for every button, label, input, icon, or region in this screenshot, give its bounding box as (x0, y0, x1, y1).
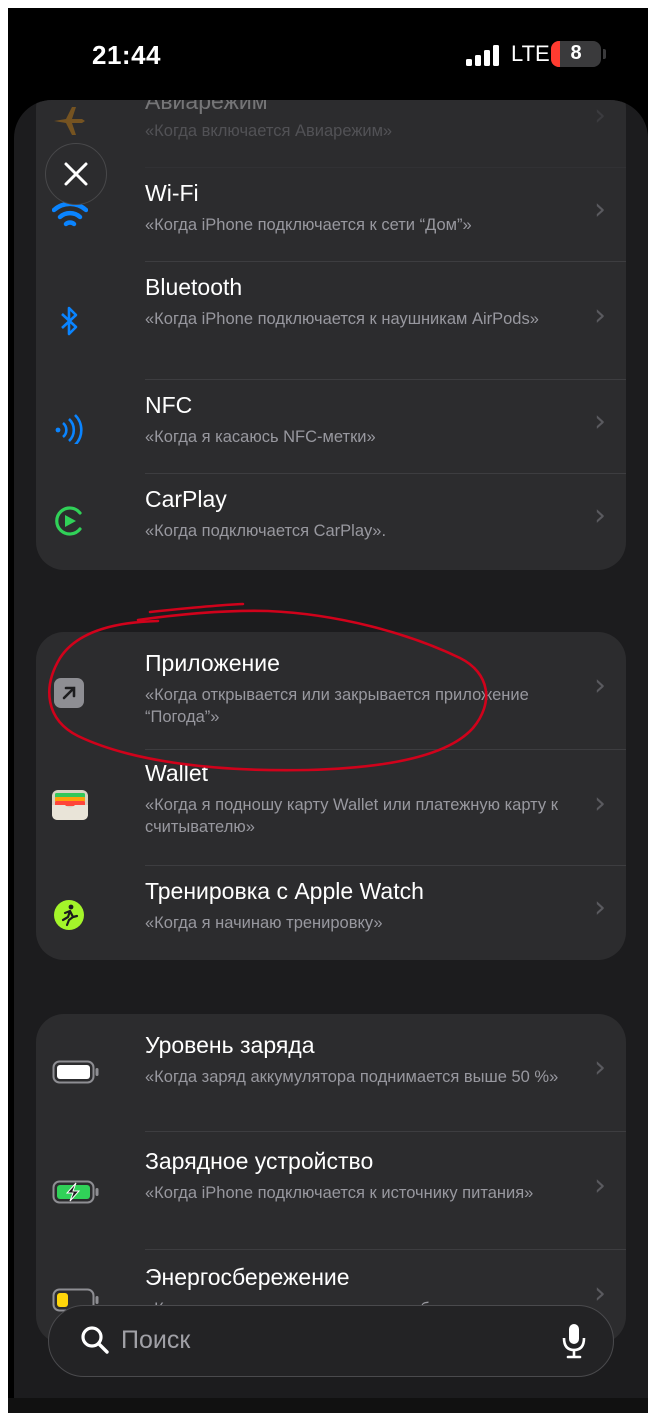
trigger-title: Зарядное устройство (145, 1148, 374, 1174)
trigger-row-carplay[interactable]: CarPlay «Когда подключается CarPlay». › (36, 474, 626, 570)
trigger-title: Авиарежим (145, 100, 268, 114)
chevron-right-icon: › (594, 668, 606, 703)
phone-screen: 21:44 LTE 8 Авиарежим «Когда включается … (8, 8, 648, 1413)
trigger-row-airplane[interactable]: Авиарежим «Когда включается Авиарежим» › (36, 100, 626, 168)
chevron-right-icon: › (594, 498, 606, 533)
trigger-row-charger[interactable]: Зарядное устройство «Когда iPhone подклю… (36, 1132, 626, 1250)
trigger-row-bluetooth[interactable]: Bluetooth «Когда iPhone подключается к н… (36, 262, 626, 380)
nfc-icon (52, 410, 86, 446)
trigger-subtitle: «Когда iPhone подключается к источнику п… (145, 1184, 534, 1202)
status-time: 21:44 (92, 40, 161, 70)
chevron-right-icon: › (594, 890, 606, 925)
trigger-title: Bluetooth (145, 274, 243, 300)
close-icon (64, 162, 88, 186)
trigger-title: Wallet (145, 760, 209, 786)
battery-percent: 8 (570, 42, 582, 64)
chevron-right-icon: › (594, 192, 606, 227)
search-input[interactable]: Поиск (121, 1326, 190, 1355)
trigger-title: Уровень заряда (145, 1032, 315, 1058)
trigger-title: NFC (145, 392, 193, 418)
airplane-icon (52, 104, 86, 138)
trigger-row-workout[interactable]: Тренировка с Apple Watch «Когда я начина… (36, 866, 626, 960)
chevron-right-icon: › (594, 1276, 606, 1311)
battery-icon: 8 (551, 41, 601, 67)
status-bar: 21:44 LTE 8 (8, 8, 648, 98)
workout-icon (52, 898, 86, 932)
trigger-subtitle: «Когда подключается CarPlay». (145, 522, 387, 540)
search-icon (79, 1324, 111, 1361)
section-battery: Уровень заряда «Когда заряд аккумулятора… (36, 1014, 626, 1344)
trigger-subtitle: «Когда включается Авиарежим» (145, 122, 393, 140)
trigger-subtitle: «Когда я касаюсь NFC-метки» (145, 428, 376, 446)
section-connectivity: Авиарежим «Когда включается Авиарежим» ›… (36, 100, 626, 570)
trigger-title: Энергосбережение (145, 1264, 350, 1290)
trigger-title: CarPlay (145, 486, 227, 512)
triggers-sheet: Авиарежим «Когда включается Авиарежим» ›… (14, 100, 648, 1413)
network-type: LTE (511, 41, 550, 66)
trigger-row-battery-level[interactable]: Уровень заряда «Когда заряд аккумулятора… (36, 1014, 626, 1132)
chevron-right-icon: › (594, 1050, 606, 1085)
trigger-subtitle: «Когда iPhone подключается к сети “Дом”» (145, 216, 472, 234)
app-open-icon (52, 676, 86, 710)
trigger-row-app[interactable]: Приложение «Когда открывается или закрыв… (36, 632, 626, 750)
chevron-right-icon: › (594, 298, 606, 333)
trigger-title: Приложение (145, 650, 280, 676)
trigger-subtitle: «Когда я подношу карту Wallet или платеж… (145, 796, 558, 836)
trigger-row-wifi[interactable]: Wi-Fi «Когда iPhone подключается к сети … (36, 168, 626, 262)
trigger-subtitle: «Когда открывается или закрывается прило… (145, 686, 529, 726)
trigger-row-nfc[interactable]: NFC «Когда я касаюсь NFC-метки» › (36, 380, 626, 474)
chevron-right-icon: › (594, 404, 606, 439)
trigger-row-wallet[interactable]: Wallet «Когда я подношу карту Wallet или… (36, 750, 626, 866)
charger-icon (52, 1180, 100, 1214)
trigger-subtitle: «Когда я начинаю тренировку» (145, 914, 383, 932)
battery-level-icon (52, 1060, 100, 1094)
bottom-edge (8, 1398, 648, 1413)
wallet-icon (52, 788, 88, 822)
section-apps: Приложение «Когда открывается или закрыв… (36, 632, 626, 960)
chevron-right-icon: › (594, 786, 606, 821)
search-bar[interactable]: Поиск (48, 1305, 614, 1377)
close-button[interactable] (45, 143, 107, 205)
cellular-signal-icon (466, 44, 506, 66)
battery-tip (603, 49, 606, 59)
trigger-title: Тренировка с Apple Watch (145, 878, 424, 904)
trigger-subtitle: «Когда iPhone подключается к наушникам A… (145, 310, 539, 328)
trigger-subtitle: «Когда заряд аккумулятора поднимается вы… (145, 1068, 559, 1086)
chevron-right-icon: › (594, 100, 606, 133)
chevron-right-icon: › (594, 1168, 606, 1203)
trigger-title: Wi-Fi (145, 180, 199, 206)
bluetooth-icon (52, 304, 86, 338)
carplay-icon (52, 504, 86, 538)
microphone-icon[interactable] (561, 1322, 587, 1365)
